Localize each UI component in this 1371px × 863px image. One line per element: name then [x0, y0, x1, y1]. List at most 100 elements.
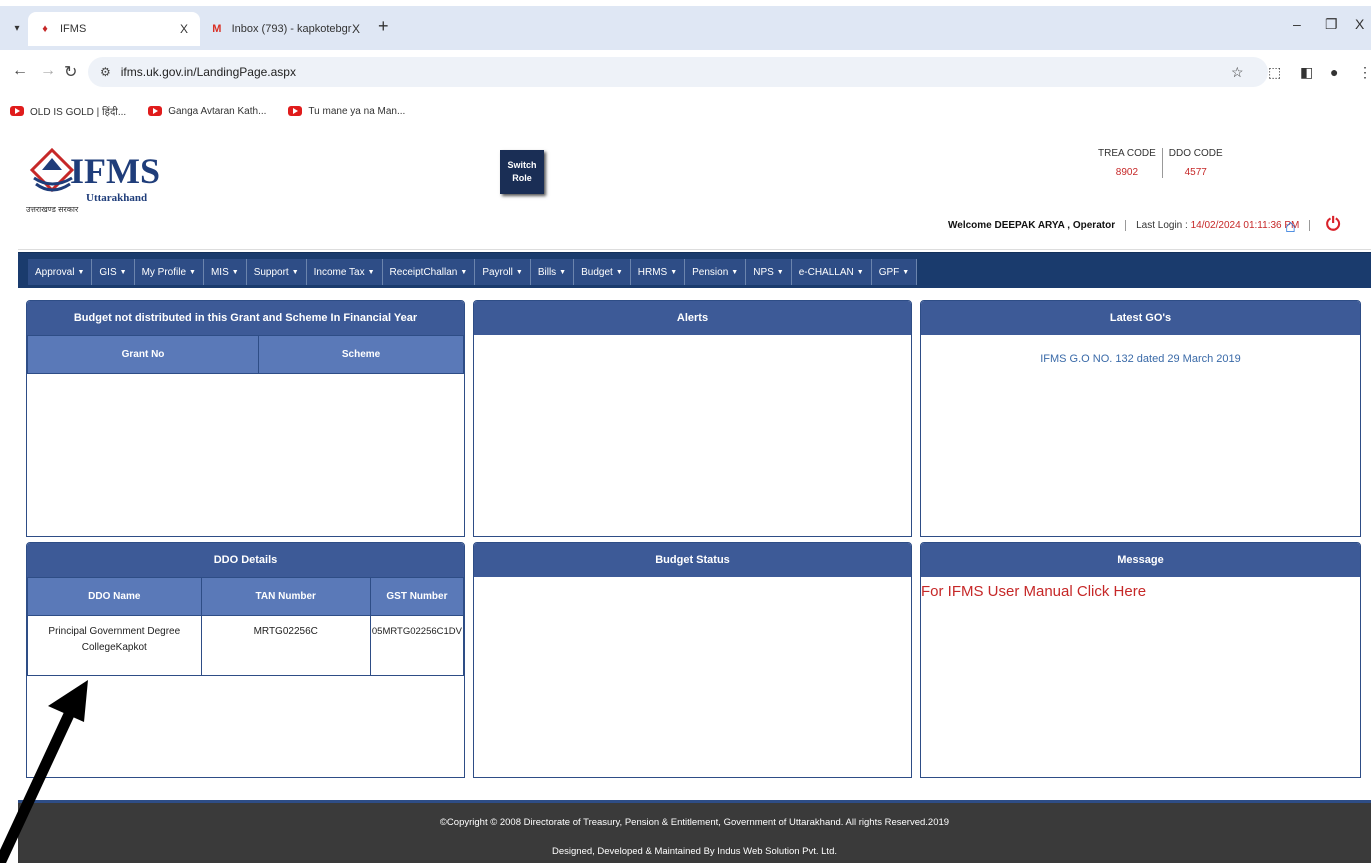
tab-gmail[interactable]: M Inbox (793) - kapkotebgr@gma X — [200, 14, 372, 44]
menu-item-approval[interactable]: Approval ▼ — [28, 259, 93, 285]
chevron-down-icon: ▼ — [460, 268, 468, 276]
menu-item-receiptchallan[interactable]: ReceiptChallan ▼ — [383, 259, 476, 285]
extensions-icon[interactable]: ⬚ — [1268, 64, 1281, 81]
brand-name: IFMS — [70, 151, 160, 191]
treasury-codes: TREA CODE 8902 DDO CODE 4577 — [1092, 148, 1229, 178]
youtube-icon — [10, 106, 24, 116]
trea-code-value: 8902 — [1115, 167, 1139, 178]
welcome-bar: Welcome DEEPAK ARYA , Operator Last Logi… — [948, 220, 1311, 231]
column-header: GST Number — [369, 577, 465, 616]
developer-text: Designed, Developed & Maintained By Indu… — [552, 846, 837, 857]
chevron-down-icon: ▼ — [291, 268, 299, 276]
bookmarks-bar: OLD IS GOLD | हिंदी... Ganga Avtaran Kat… — [0, 96, 1371, 126]
ddo-code-label: DDO CODE — [1168, 148, 1223, 159]
message-panel: Message For IFMS User Manual Click Here — [920, 542, 1361, 778]
new-tab-button[interactable]: + — [378, 16, 389, 37]
youtube-icon — [288, 106, 303, 116]
menu-item-support[interactable]: Support ▼ — [247, 259, 307, 285]
main-menu: Approval ▼ GIS ▼ My Profile ▼ MIS ▼ Support ▼ Inco… — [28, 259, 918, 285]
panel-title: DDO Details — [27, 543, 464, 577]
home-icon[interactable]: ⌂ — [1285, 216, 1296, 237]
ddo-details-table: DDO Name TAN Number GST Number Principal… — [27, 577, 465, 676]
bookmark-item[interactable]: OLD IS GOLD | हिंदी... — [10, 104, 126, 118]
menu-item-mis[interactable]: MIS ▼ — [204, 259, 247, 285]
panel-title: Latest GO's — [921, 301, 1360, 335]
menu-item-bills[interactable]: Bills ▼ — [531, 259, 575, 285]
menu-item-payroll[interactable]: Payroll ▼ — [475, 259, 531, 285]
grant-scheme-table: Grant No Scheme — [26, 335, 464, 374]
menu-item-gis[interactable]: GIS ▼ — [92, 259, 135, 285]
logout-power-icon[interactable]: ⏻ — [1326, 214, 1340, 235]
ifms-favicon-icon: ♦ — [42, 23, 48, 35]
bookmark-star-icon[interactable]: ☆ — [1231, 64, 1244, 81]
panel-title: Alerts — [474, 301, 911, 335]
page-footer: ©Copyright © 2008 Directorate of Treasur… — [18, 800, 1371, 863]
chevron-down-icon: ▼ — [367, 268, 375, 276]
latest-gos-panel: Latest GO's IFMS G.O NO. 132 dated 29 Ma… — [920, 300, 1361, 537]
minimize-button[interactable]: – — [1293, 16, 1301, 32]
chevron-down-icon: ▼ — [231, 268, 239, 276]
url-bar[interactable]: ⚙ ifms.uk.gov.in/LandingPage.aspx — [88, 57, 1268, 87]
reload-icon[interactable]: ↻ — [64, 62, 77, 82]
table-row: Principal Government Degree CollegeKapko… — [27, 615, 465, 676]
chevron-down-icon: ▼ — [731, 268, 739, 276]
more-menu-icon[interactable]: ⋮ — [1358, 64, 1371, 81]
back-arrow-icon[interactable]: ← — [12, 62, 28, 80]
chevron-down-icon: ▼ — [119, 268, 127, 276]
panel-title: Message — [921, 543, 1360, 577]
switch-role-button[interactable]: Switch Role — [500, 150, 544, 194]
menu-item-hrms[interactable]: HRMS ▼ — [631, 259, 686, 285]
close-window-button[interactable]: X — [1355, 16, 1364, 32]
chevron-down-icon: ▼ — [189, 268, 196, 276]
tab-close-icon[interactable]: X — [352, 22, 360, 36]
menu-item-gpf[interactable]: GPF ▼ — [872, 259, 918, 285]
chevron-down-icon: ▼ — [670, 268, 678, 276]
menu-item-my-profile[interactable]: My Profile ▼ — [135, 259, 204, 285]
user-manual-link[interactable]: For IFMS User Manual Click Here — [921, 583, 1360, 600]
bookmark-item[interactable]: Ganga Avtaran Kath... — [148, 106, 266, 117]
chevron-down-icon: ▼ — [559, 268, 567, 276]
menu-item-pension[interactable]: Pension ▼ — [685, 259, 747, 285]
browser-tab-bar: ▾ ♦ IFMS X M Inbox (793) - kapkotebgr@gm… — [0, 0, 1371, 50]
tan-number-cell: MRTG02256C — [200, 615, 371, 676]
last-login-time: 14/02/2024 01:11:36 PM — [1190, 220, 1300, 231]
bookmark-item[interactable]: Tu mane ya na Man... — [288, 106, 405, 117]
gst-number-cell: 05MRTG02256C1DV — [369, 615, 465, 676]
column-header: Scheme — [258, 335, 464, 374]
budget-not-distributed-panel: Budget not distributed in this Grant and… — [26, 300, 465, 537]
main-menu-bar: Approval ▼ GIS ▼ My Profile ▼ MIS ▼ Support ▼ Inco… — [18, 252, 1371, 288]
menu-item-nps[interactable]: NPS ▼ — [746, 259, 792, 285]
tab-title: IFMS — [60, 23, 87, 35]
page-header: IFMS Uttarakhand उत्तराखण्ड सरकार Switch… — [18, 128, 1371, 250]
brand-subtitle: Uttarakhand — [86, 192, 148, 204]
chevron-down-icon: ▼ — [856, 268, 864, 276]
ifms-logo[interactable]: IFMS Uttarakhand उत्तराखण्ड सरकार — [24, 144, 164, 214]
budget-status-panel: Budget Status — [473, 542, 912, 778]
annotation-arrow-icon — [0, 680, 88, 863]
go-link[interactable]: IFMS G.O NO. 132 dated 29 March 2019 — [921, 353, 1360, 365]
column-header: TAN Number — [200, 577, 371, 616]
restore-button[interactable]: ❐ — [1325, 16, 1338, 33]
tab-title: Inbox (793) - kapkotebgr@gma — [231, 23, 352, 35]
site-info-icon[interactable]: ⚙ — [100, 65, 111, 79]
menu-item-budget[interactable]: Budget ▼ — [574, 259, 631, 285]
chevron-down-icon: ▼ — [515, 268, 523, 276]
tab-close-icon[interactable]: X — [180, 22, 188, 36]
forward-arrow-icon[interactable]: → — [40, 62, 56, 80]
profile-avatar-icon[interactable]: ● — [1330, 64, 1338, 80]
menu-item-income-tax[interactable]: Income Tax ▼ — [307, 259, 383, 285]
url-text[interactable]: ifms.uk.gov.in/LandingPage.aspx — [121, 65, 296, 79]
ddo-code-value: 4577 — [1184, 167, 1207, 178]
side-panel-icon[interactable]: ◧ — [1300, 64, 1313, 81]
tab-search-icon[interactable]: ▾ — [8, 20, 26, 38]
chevron-down-icon: ▼ — [615, 268, 623, 276]
tab-ifms[interactable]: ♦ IFMS X — [28, 12, 200, 46]
chevron-down-icon: ▼ — [776, 268, 784, 276]
menu-item-e-challan[interactable]: e-CHALLAN ▼ — [792, 259, 872, 285]
panel-title: Budget Status — [474, 543, 911, 577]
ddo-name-cell: Principal Government Degree CollegeKapko… — [27, 615, 202, 676]
welcome-text: Welcome DEEPAK ARYA , Operator — [948, 220, 1127, 231]
panel-title: Budget not distributed in this Grant and… — [27, 301, 464, 335]
copyright-text: ©Copyright © 2008 Directorate of Treasur… — [439, 817, 950, 828]
govt-text: उत्तराखण्ड सरकार — [26, 205, 79, 214]
